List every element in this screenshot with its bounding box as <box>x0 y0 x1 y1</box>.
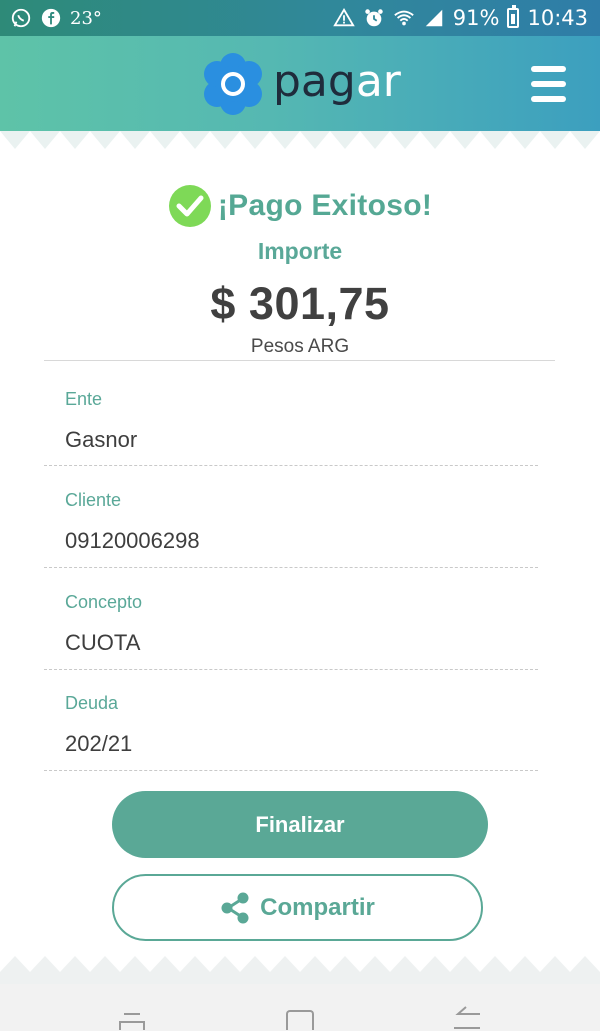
hamburger-menu-icon[interactable] <box>531 66 566 102</box>
status-right: 91% 10:43 <box>333 5 588 30</box>
logo-wordmark: pagar <box>273 60 401 104</box>
field-cliente: Cliente 09120006298 <box>44 466 538 568</box>
alarm-icon <box>363 7 385 29</box>
share-button-label: Compartir <box>260 893 375 921</box>
currency-label: Pesos ARG <box>250 336 350 357</box>
field-label: Concepto <box>65 592 143 612</box>
pagar-logo[interactable]: pagar <box>201 52 401 116</box>
field-value: 202/21 <box>65 731 133 756</box>
finish-button[interactable]: Finalizar <box>112 791 488 858</box>
status-left: 23° <box>10 7 102 29</box>
amount-label: Importe <box>257 238 343 264</box>
battery-percent: 91% <box>452 6 500 30</box>
share-icon <box>221 892 249 923</box>
finish-button-label: Finalizar <box>255 811 345 837</box>
home-icon[interactable] <box>286 1010 314 1030</box>
recent-apps-icon[interactable] <box>118 1010 146 1030</box>
field-ente: Ente Gasnor <box>44 361 538 466</box>
field-value: CUOTA <box>65 630 141 655</box>
field-label: Ente <box>65 389 103 409</box>
menu-line <box>531 66 566 72</box>
battery-icon <box>507 5 520 28</box>
flower-logo-icon <box>204 53 262 115</box>
wifi-icon <box>393 7 415 29</box>
status-bar: 23° 91% 10:43 <box>0 0 600 36</box>
success-title: ¡Pago Exitoso! <box>217 189 433 222</box>
logo-text-dark: pag <box>273 56 356 107</box>
field-value: 09120006298 <box>65 528 200 553</box>
receipt-bottom-edge <box>0 950 600 984</box>
receipt-top-edge <box>0 131 600 157</box>
whatsapp-icon <box>10 7 32 29</box>
facebook-icon <box>40 7 62 29</box>
field-concepto: Concepto CUOTA <box>44 568 538 670</box>
menu-line <box>531 96 566 102</box>
field-label: Deuda <box>65 693 119 713</box>
share-button[interactable]: Compartir <box>112 874 483 941</box>
system-nav-bar <box>0 984 600 1031</box>
clock-time: 10:43 <box>527 6 588 30</box>
logo-text-light: ar <box>355 56 401 107</box>
success-row: ¡Pago Exitoso! <box>0 184 600 228</box>
warning-icon <box>333 7 355 29</box>
amount-value: $ 301,75 <box>210 278 390 329</box>
app-header: pagar <box>0 36 600 132</box>
field-value: Gasnor <box>65 427 138 452</box>
field-deuda: Deuda 202/21 <box>44 670 538 772</box>
temperature-text: 23° <box>70 7 102 29</box>
field-label: Cliente <box>65 490 122 510</box>
dashed-divider <box>44 770 538 771</box>
back-icon[interactable] <box>452 1006 482 1030</box>
signal-icon <box>423 7 445 29</box>
menu-line <box>531 81 566 87</box>
check-circle-icon <box>168 185 211 227</box>
